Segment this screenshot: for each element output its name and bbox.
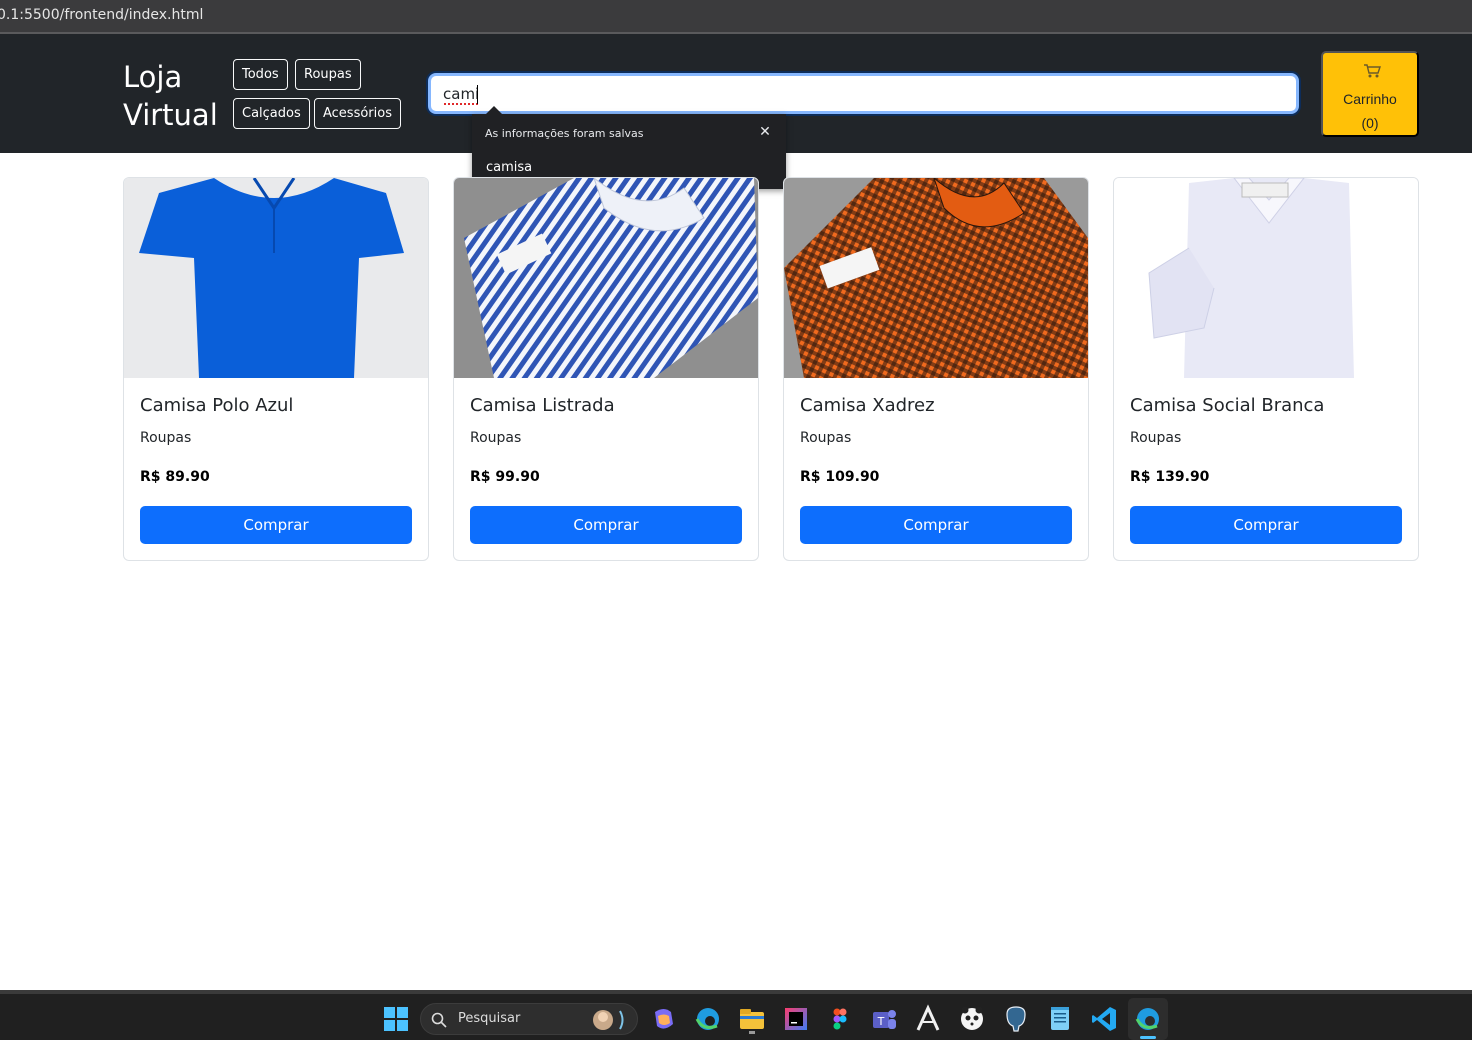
edge-active-icon <box>1135 1008 1159 1030</box>
product-price: R$ 109.90 <box>800 469 880 485</box>
edge-icon[interactable] <box>693 1004 723 1034</box>
autofill-title: As informações foram salvas <box>485 127 644 140</box>
taskbar-search-placeholder: Pesquisar <box>458 1011 521 1026</box>
taskbar-active-app[interactable] <box>1128 998 1168 1040</box>
svg-text:T: T <box>877 1015 885 1028</box>
product-image-plaid-shirt <box>784 178 1088 378</box>
address-url[interactable]: 0.1:5500/frontend/index.html <box>0 7 203 23</box>
product-category: Roupas <box>800 430 852 446</box>
cart-icon <box>1364 64 1381 78</box>
filter-todos-button[interactable]: Todos <box>233 59 288 90</box>
close-icon[interactable]: ✕ <box>758 125 772 139</box>
spellcheck-underline <box>444 102 478 105</box>
browser-address-bar[interactable]: 0.1:5500/frontend/index.html <box>0 0 1472 34</box>
windows-start-icon[interactable] <box>381 1004 411 1034</box>
buy-button[interactable]: Comprar <box>140 506 412 544</box>
buy-button[interactable]: Comprar <box>470 506 742 544</box>
product-category: Roupas <box>1130 430 1182 446</box>
intellij-icon[interactable] <box>781 1004 811 1034</box>
product-card: Camisa Xadrez Roupas R$ 109.90 Comprar <box>783 177 1089 561</box>
search-box[interactable] <box>428 73 1299 114</box>
product-name: Camisa Social Branca <box>1130 395 1325 416</box>
windows-taskbar: Pesquisar T <box>0 990 1472 1040</box>
search-icon <box>431 1012 447 1028</box>
active-indicator <box>1140 1036 1156 1039</box>
filter-calcados-button[interactable]: Calçados <box>233 98 310 129</box>
product-card: Camisa Polo Azul Roupas R$ 89.90 Comprar <box>123 177 429 561</box>
taskbar-search[interactable]: Pesquisar <box>420 1003 638 1035</box>
copilot-icon[interactable] <box>649 1004 679 1034</box>
teams-icon[interactable]: T <box>869 1004 899 1034</box>
notepad-icon[interactable] <box>1045 1004 1075 1034</box>
cart-label: Carrinho (0) <box>1323 87 1417 135</box>
postgres-icon[interactable] <box>1001 1004 1031 1034</box>
product-name: Camisa Polo Azul <box>140 395 294 416</box>
cart-count: (0) <box>1361 115 1379 131</box>
product-price: R$ 99.90 <box>470 469 540 485</box>
product-name: Camisa Xadrez <box>800 395 935 416</box>
product-card: Camisa Listrada Roupas R$ 99.90 Comprar <box>453 177 759 561</box>
product-price: R$ 139.90 <box>1130 469 1210 485</box>
brand-line-1: Loja <box>123 60 183 94</box>
figma-icon[interactable] <box>825 1004 855 1034</box>
product-category: Roupas <box>140 430 192 446</box>
file-explorer-icon[interactable] <box>737 1004 767 1034</box>
search-highlight-icon <box>593 1010 624 1030</box>
search-input[interactable] <box>431 76 1296 111</box>
filter-roupas-button[interactable]: Roupas <box>295 59 361 90</box>
panda-app-icon[interactable] <box>957 1004 987 1034</box>
cart-label-text: Carrinho <box>1343 91 1397 107</box>
arc-icon[interactable] <box>913 1004 943 1034</box>
text-caret <box>477 85 478 104</box>
product-card: Camisa Social Branca Roupas R$ 139.90 Co… <box>1113 177 1419 561</box>
product-image-white-dress-shirt <box>1114 178 1418 378</box>
vscode-icon[interactable] <box>1089 1004 1119 1034</box>
filter-acessorios-button[interactable]: Acessórios <box>314 98 401 129</box>
buy-button[interactable]: Comprar <box>800 506 1072 544</box>
product-name: Camisa Listrada <box>470 395 615 416</box>
cart-button[interactable]: Carrinho (0) <box>1321 51 1419 137</box>
product-category: Roupas <box>470 430 522 446</box>
brand-line-2: Virtual <box>123 98 218 132</box>
site-brand[interactable]: Loja Virtual <box>123 58 223 134</box>
buy-button[interactable]: Comprar <box>1130 506 1402 544</box>
autofill-pointer <box>486 106 502 114</box>
product-image-striped-shirt <box>454 178 758 378</box>
autofill-suggestion[interactable]: camisa <box>486 160 532 175</box>
product-image-blue-polo <box>124 178 428 378</box>
product-price: R$ 89.90 <box>140 469 210 485</box>
